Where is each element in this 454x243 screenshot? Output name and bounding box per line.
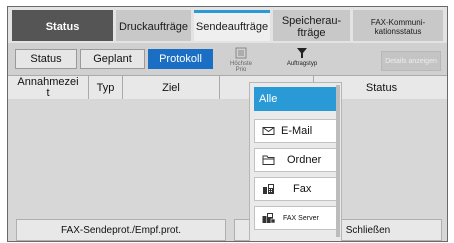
dropdown-item-label: E-Mail [281,125,313,137]
folder-icon [262,155,275,165]
col-label: Annahmezei t [17,76,79,99]
priority-button[interactable]: Höchste Prio [223,47,259,73]
tab-send-jobs[interactable]: Sendeaufträge [194,10,270,41]
tab-label: FAX-Kommuni- kationsstatus [370,18,426,36]
email-icon [262,127,275,135]
tab-label: Speicherau- fträge [281,15,342,39]
dropdown-item-folder[interactable]: Ordner [254,148,338,172]
subtab-log[interactable]: Protokoll [148,49,213,69]
tab-label: Druckaufträge [118,21,189,33]
dropdown-item-label: Fax [293,183,312,195]
tab-print-jobs[interactable]: Druckaufträge [116,10,191,41]
filter-icon [297,48,307,58]
dropdown-item-all[interactable]: Alle [254,87,338,111]
details-button[interactable]: Details anzeigen [381,51,441,71]
job-type-label: Auftragstyp [286,61,318,67]
dropdown-scrollbar[interactable] [336,85,340,237]
col-type[interactable]: Typ [89,76,123,100]
tab-bar: Status Druckaufträge Sendeaufträge Speic… [8,7,447,43]
dropdown-item-label: FAX Server [283,214,319,222]
button-label: FAX-Sendeprot./Empf.prot. [60,224,182,236]
col-label: Status [365,81,398,94]
job-type-button[interactable]: Auftragstyp [276,47,328,67]
col-received-time[interactable]: Annahmezei t [8,76,89,100]
dropdown-item-label: Alle [259,93,278,105]
bottom-bar: FAX-Sendeprot./Empf.prot. Schließen [8,219,447,241]
job-type-dropdown: Alle E-Mail Ordner Fax FAX Server [249,82,342,241]
fax-send-receive-log-button[interactable]: FAX-Sendeprot./Empf.prot. [16,219,226,241]
subtab-status[interactable]: Status [15,49,77,69]
tab-store-jobs[interactable]: Speicherau- fträge [273,10,350,41]
dropdown-item-fax-server[interactable]: FAX Server [254,206,338,230]
subtab-label: Protokoll [159,53,202,65]
col-label: Typ [96,81,115,94]
tab-fax-comm-status[interactable]: FAX-Kommuni- kationsstatus [353,10,443,41]
tab-status[interactable]: Status [12,10,113,41]
tab-label: Sendeaufträge [195,21,269,33]
dropdown-item-label: Ordner [287,154,322,166]
subtab-scheduled[interactable]: Geplant [80,49,145,69]
tab-label: Status [45,21,80,33]
list-icon [235,47,247,59]
dropdown-item-email[interactable]: E-Mail [254,119,338,143]
col-label: Ziel [162,81,180,94]
job-status-panel: Status Druckaufträge Sendeaufträge Speic… [7,6,448,242]
details-label: Details anzeigen [385,57,437,65]
priority-label: Höchste Prio [229,61,252,73]
col-destination[interactable]: Ziel [123,76,220,100]
fax-server-icon [262,213,275,224]
table-body [8,99,447,217]
button-label: Schließen [345,224,391,236]
subtab-label: Status [30,53,62,65]
fax-icon [263,184,274,194]
subtab-label: Geplant [93,53,132,65]
dropdown-item-fax[interactable]: Fax [254,177,338,201]
sub-toolbar: Status Geplant Protokoll Höchste Prio Au… [8,43,447,75]
table-header: Annahmezei t Typ Ziel Status [8,75,447,101]
